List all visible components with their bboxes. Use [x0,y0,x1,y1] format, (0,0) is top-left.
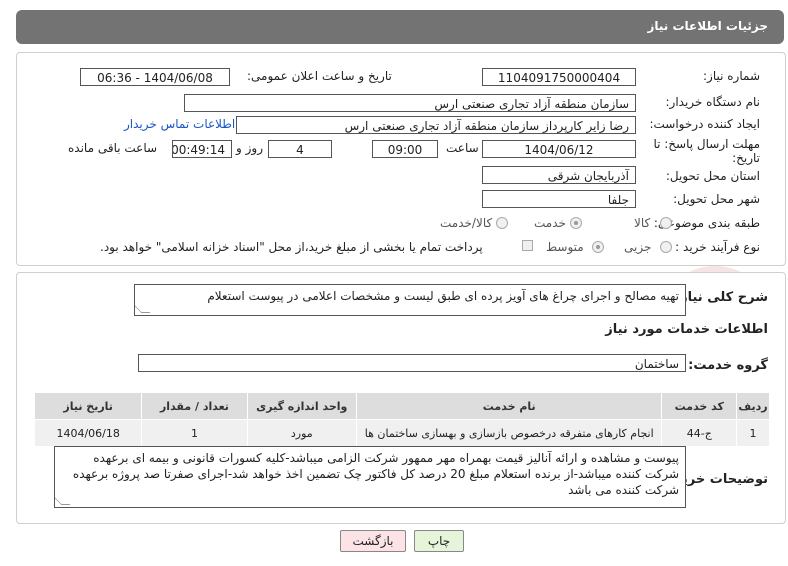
services-table-header: ردیف کد خدمت نام خدمت واحد اندازه گیری ت… [33,392,770,420]
deadline-label-2: تاریخ: [732,151,760,165]
cell-need-date: 1404/06/18 [33,419,143,447]
process-label: نوع فرآیند خرید : [675,240,760,254]
category-option-goods-service: کالا/خدمت [440,216,493,230]
buyer-org-field: سازمان منطقه آزاد تجاری صنعتی ارس [184,94,636,112]
time-remaining-field: 00:49:14 [172,140,232,158]
print-button[interactable]: چاپ [414,530,464,552]
cell-service-code: ج-44 [661,419,738,447]
category-radio-goods[interactable] [660,217,672,229]
need-number-field: 1104091750000404 [482,68,636,86]
resize-handle-icon[interactable] [135,304,151,313]
col-header-service-code: کد خدمت [661,392,738,420]
general-desc-label: شرح کلی نیاز: [674,290,768,305]
city-field: جلفا [482,190,636,208]
category-option-goods: کالا [634,216,651,230]
buyer-notes-field: پیوست و مشاهده و ارائه آنالیز قیمت بهمرا… [54,446,686,508]
process-option-medium: متوسط [546,240,584,254]
requester-label: ایجاد کننده درخواست: [649,117,760,131]
category-option-service: خدمت [534,216,566,230]
services-table: ردیف کد خدمت نام خدمت واحد اندازه گیری ت… [33,392,770,447]
col-header-unit: واحد اندازه گیری [246,392,357,420]
table-row: 1 ج-44 انجام کارهای متفرقه درخصوص بازساز… [33,419,770,447]
services-section-title: اطلاعات خدمات مورد نیاز [605,322,768,337]
buyer-notes-text: پیوست و مشاهده و ارائه آنالیز قیمت بهمرا… [72,451,679,497]
category-radio-service[interactable] [570,217,582,229]
deadline-date-field: 1404/06/12 [482,140,636,158]
col-header-quantity: تعداد / مقدار [141,392,248,420]
cell-row-number: 1 [736,419,770,447]
province-label: استان محل تحویل: [665,169,760,183]
category-radio-goods-service[interactable] [496,217,508,229]
process-option-minor: جزیی [624,240,652,254]
service-group-label: گروه خدمت: [688,358,768,373]
col-header-row-number: ردیف [736,392,770,420]
days-label: روز و [236,141,263,155]
general-desc-text: تهیه مصالح و اجرای چراغ های آویز پرده ای… [207,289,679,303]
buyer-contact-link[interactable]: اطلاعات تماس خریدار [124,117,235,131]
resize-handle-icon[interactable] [55,496,71,505]
announce-field: 1404/06/08 - 06:36 [80,68,230,86]
treasury-payment-note: پرداخت تمام یا بخشی از مبلغ خرید،از محل … [100,240,483,254]
need-number-label: شماره نیاز: [703,69,760,83]
time-remaining-label: ساعت باقی مانده [68,141,158,155]
service-group-field: ساختمان [138,354,686,372]
city-label: شهر محل تحویل: [673,192,760,206]
deadline-time-field: 09:00 [372,140,438,158]
col-header-need-date: تاریخ نیاز [33,392,143,420]
treasury-payment-checkbox[interactable] [522,240,533,251]
process-radio-minor[interactable] [660,241,672,253]
col-header-service-name: نام خدمت [355,392,663,420]
deadline-label-1: مهلت ارسال پاسخ: تا [653,137,760,151]
back-button[interactable]: بازگشت [340,530,406,552]
cell-quantity: 1 [141,419,248,447]
cell-unit: مورد [246,419,357,447]
announce-label: تاریخ و ساعت اعلان عمومی: [247,69,392,83]
buyer-org-label: نام دستگاه خریدار: [665,95,761,109]
deadline-time-label: ساعت [446,141,479,155]
requester-field: رضا زایر کارپرداز سازمان منطقه آزاد تجار… [236,116,636,134]
province-field: آذربایجان شرقی [482,166,636,184]
page-title: جزئیات اطلاعات نیاز [647,19,768,33]
days-remaining-field: 4 [268,140,332,158]
general-desc-field: تهیه مصالح و اجرای چراغ های آویز پرده ای… [134,284,686,316]
cell-service-name: انجام کارهای متفرقه درخصوص بازسازی و بهس… [355,419,663,447]
process-radio-medium[interactable] [592,241,604,253]
page-header: جزئیات اطلاعات نیاز [16,10,784,44]
